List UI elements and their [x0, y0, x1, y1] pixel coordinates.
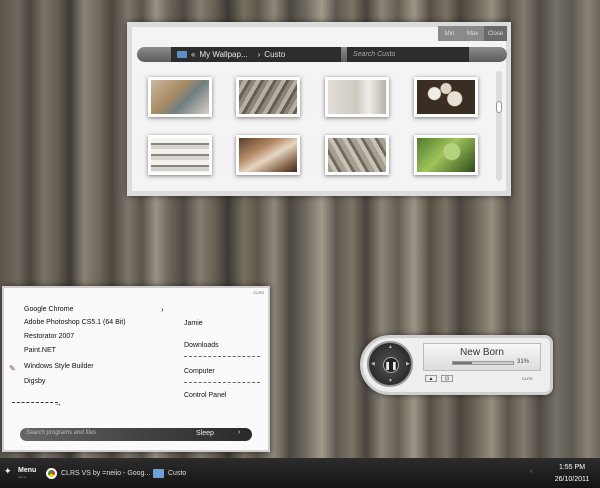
program-paint-net[interactable]: Paint.NET — [24, 347, 56, 354]
clrs-logo-icon: ✦ — [4, 466, 12, 476]
link-downloads[interactable]: Downloads — [184, 342, 219, 349]
taskbar: ✦ Menu clrs vs CLRS VS by =neiio - Goog.… — [0, 458, 600, 488]
breadcrumb-parent[interactable]: My Wallpap... — [199, 50, 247, 59]
track-title: New Born — [460, 347, 504, 358]
previous-icon[interactable]: ◀ — [371, 361, 375, 367]
link-computer[interactable]: Computer — [184, 368, 215, 375]
jog-wheel[interactable]: ▲ ▼ ◀ ▶ ❚❚ — [367, 341, 413, 387]
sleep-options-arrow[interactable]: › — [238, 429, 240, 436]
address-bar: « My Wallpap... › Custo Search Custo — [137, 47, 507, 62]
wallpaper-thumbnail[interactable] — [148, 77, 212, 117]
sleep-button[interactable]: Sleep — [196, 430, 214, 437]
search-bar: Search programs and files Sleep › — [20, 428, 252, 441]
program-google-chrome[interactable]: Google Chrome — [24, 306, 73, 313]
search-input[interactable]: Search Custo — [347, 47, 469, 62]
wallpaper-thumbnail[interactable] — [236, 135, 300, 175]
breadcrumb-current[interactable]: Custo — [264, 50, 285, 59]
close-button[interactable]: Close — [484, 26, 507, 41]
program-windows-style-builder[interactable]: Windows Style Builder — [24, 363, 94, 370]
breadcrumb[interactable]: « My Wallpap... › Custo — [171, 47, 341, 62]
clock-time[interactable]: 1:55 PM — [550, 464, 594, 471]
wallpaper-thumbnail[interactable] — [325, 135, 389, 175]
separator — [184, 382, 260, 383]
separator — [184, 356, 260, 357]
maximize-button[interactable]: Max — [461, 26, 484, 41]
progress-percent: 31% — [517, 359, 530, 365]
program-digsby[interactable]: Digsby — [24, 378, 45, 385]
clock-date[interactable]: 26/10/2011 — [548, 476, 596, 483]
shuffle-button[interactable]: ⊡ — [441, 375, 453, 382]
start-menu: CLRS Google Chrome Adobe Photoshop CS5.1… — [2, 286, 270, 452]
progress-bar[interactable] — [452, 361, 514, 365]
volume-up-icon[interactable]: ▲ — [388, 344, 393, 350]
start-button-sublabel: clrs vs — [18, 475, 27, 479]
folder-icon — [153, 468, 164, 478]
taskbar-item-explorer[interactable]: Custo — [153, 458, 186, 488]
breadcrumb-separator: › — [257, 50, 261, 59]
style-builder-icon: ✎ — [9, 364, 16, 373]
search-programs-input[interactable]: Search programs and files — [26, 430, 96, 436]
window-controls: Min Max Close — [438, 26, 507, 41]
player-brand: CLRS — [522, 376, 533, 381]
wallpaper-thumbnail[interactable] — [414, 135, 478, 175]
taskbar-item-chrome[interactable]: CLRS VS by =neiio - Goog... — [46, 458, 150, 488]
start-button-label: Menu — [18, 467, 37, 474]
progress-fill — [453, 362, 472, 364]
desktop: { "explorer": { "controls": ["Min", "Max… — [0, 0, 600, 488]
link-jamie[interactable]: Jamie — [184, 320, 203, 327]
show-hidden-icons-arrow[interactable]: ‹ — [530, 468, 532, 475]
wallpaper-thumbnail[interactable] — [325, 77, 389, 117]
folder-icon — [177, 51, 187, 58]
scrollbar-thumb[interactable] — [496, 101, 502, 113]
wallpaper-thumbnail[interactable] — [148, 135, 212, 175]
all-programs-arrow-icon[interactable]: → — [54, 399, 62, 408]
link-control-panel[interactable]: Control Panel — [184, 392, 226, 399]
submenu-arrow[interactable]: › — [161, 305, 164, 314]
now-playing-display: New Born 31% — [423, 343, 541, 371]
scrollbar[interactable] — [496, 71, 502, 181]
chrome-icon — [46, 467, 57, 479]
start-menu-brand: CLRS — [253, 290, 264, 295]
repeat-button[interactable]: ▲ — [425, 375, 437, 382]
media-player: ▲ ▼ ◀ ▶ ❚❚ New Born 31% ▲ ⊡ CLRS — [360, 335, 553, 395]
volume-down-icon[interactable]: ▼ — [388, 378, 393, 384]
pause-button[interactable]: ❚❚ — [383, 357, 399, 373]
minimize-button[interactable]: Min — [438, 26, 461, 41]
search-placeholder: Search Custo — [353, 51, 396, 58]
taskbar-item-label: CLRS VS by =neiio - Goog... — [61, 469, 151, 477]
explorer-window: Min Max Close « My Wallpap... › Custo Se… — [127, 22, 511, 196]
wallpaper-thumbnail[interactable] — [236, 77, 300, 117]
start-button[interactable]: ✦ Menu clrs vs — [0, 458, 38, 488]
program-restorator[interactable]: Restorator 2007 — [24, 333, 74, 340]
wallpaper-thumbnail[interactable] — [414, 77, 478, 117]
taskbar-item-label: Custo — [168, 469, 187, 477]
next-icon[interactable]: ▶ — [406, 361, 410, 367]
program-photoshop[interactable]: Adobe Photoshop CS5.1 (64 Bit) — [24, 319, 126, 326]
all-programs-line[interactable] — [12, 402, 58, 403]
breadcrumb-arrows[interactable]: « — [191, 50, 195, 59]
